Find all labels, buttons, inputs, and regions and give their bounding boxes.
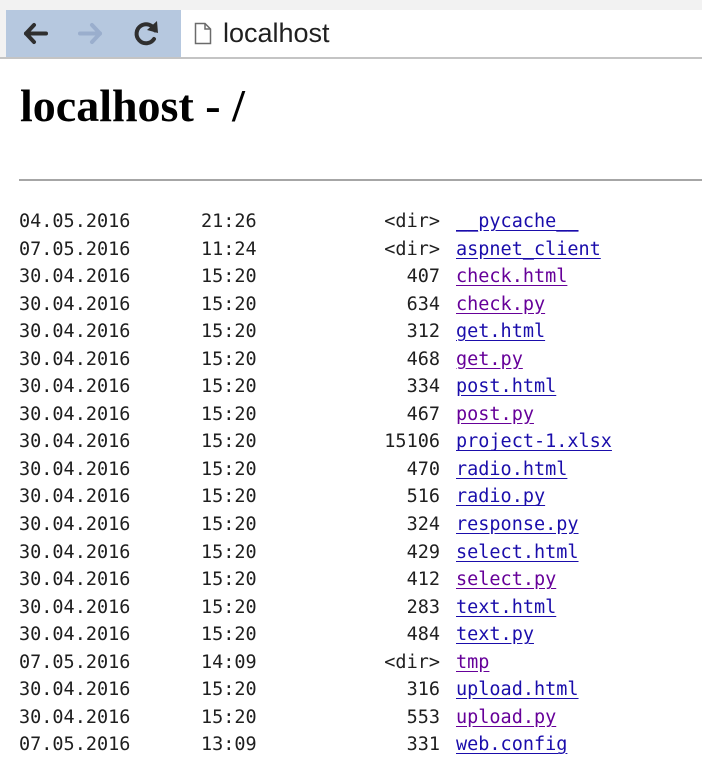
entry-link[interactable]: aspnet_client bbox=[456, 238, 601, 262]
entry-date: 30.04.2016 bbox=[19, 376, 131, 398]
entry-time: 15:20 bbox=[201, 486, 257, 508]
back-button[interactable] bbox=[16, 10, 56, 57]
entry-time: 15:20 bbox=[201, 293, 257, 315]
entry-size: 331 bbox=[406, 734, 440, 756]
entry-date: 07.05.2016 bbox=[19, 734, 131, 756]
entry-date: 30.04.2016 bbox=[19, 403, 131, 425]
entry-size: 407 bbox=[406, 266, 440, 288]
entry-link[interactable]: tmp bbox=[456, 651, 489, 675]
toolbar-divider bbox=[0, 57, 702, 59]
entry-time: 13:09 bbox=[201, 734, 257, 756]
entry-size: 516 bbox=[406, 486, 440, 508]
entry-size: <dir> bbox=[384, 211, 440, 232]
arrow-left-icon bbox=[24, 23, 48, 44]
entry-size: 553 bbox=[406, 706, 440, 728]
reload-button[interactable] bbox=[126, 10, 166, 57]
entry-size: 429 bbox=[406, 541, 440, 563]
entry-date: 07.05.2016 bbox=[19, 238, 131, 260]
entry-date: 30.04.2016 bbox=[19, 541, 131, 563]
entry-link[interactable]: get.html bbox=[456, 320, 545, 344]
entry-size: 484 bbox=[406, 624, 440, 646]
entry-link[interactable]: post.html bbox=[456, 375, 556, 399]
entry-link[interactable]: web.config bbox=[456, 733, 567, 757]
forward-button[interactable] bbox=[70, 10, 110, 57]
entry-link[interactable]: text.html bbox=[456, 596, 556, 620]
entry-time: 15:20 bbox=[201, 348, 257, 370]
entry-time: 15:20 bbox=[201, 458, 257, 480]
entry-size: 316 bbox=[406, 679, 440, 701]
entry-date: 30.04.2016 bbox=[19, 293, 131, 315]
entry-time: 15:20 bbox=[201, 706, 257, 728]
entry-size: 283 bbox=[406, 596, 440, 618]
entry-link[interactable]: radio.html bbox=[456, 458, 567, 482]
entry-time: 11:24 bbox=[201, 238, 257, 260]
horizontal-rule bbox=[19, 179, 702, 181]
entry-date: 30.04.2016 bbox=[19, 321, 131, 343]
entry-date: 30.04.2016 bbox=[19, 679, 131, 701]
entry-date: 30.04.2016 bbox=[19, 266, 131, 288]
entry-date: 30.04.2016 bbox=[19, 486, 131, 508]
browser-toolbar: localhost bbox=[0, 0, 702, 59]
entry-time: 15:20 bbox=[201, 679, 257, 701]
entry-size: 334 bbox=[406, 376, 440, 398]
entry-link[interactable]: select.py bbox=[456, 568, 556, 592]
entry-link[interactable]: response.py bbox=[456, 513, 579, 537]
entry-time: 15:20 bbox=[201, 431, 257, 453]
entry-date: 30.04.2016 bbox=[19, 596, 131, 618]
reload-icon bbox=[134, 21, 158, 46]
entry-link[interactable]: get.py bbox=[456, 348, 523, 372]
entry-size: 634 bbox=[406, 293, 440, 315]
entry-time: 21:26 bbox=[201, 211, 257, 232]
entry-date: 30.04.2016 bbox=[19, 706, 131, 728]
entry-date: 30.04.2016 bbox=[19, 458, 131, 480]
entry-link[interactable]: __pycache__ bbox=[456, 210, 579, 234]
entry-link[interactable]: select.html bbox=[456, 541, 579, 565]
entry-link[interactable]: project-1.xlsx bbox=[456, 430, 612, 454]
entry-size: 467 bbox=[406, 403, 440, 425]
entry-link[interactable]: post.py bbox=[456, 403, 534, 427]
entry-size: 468 bbox=[406, 348, 440, 370]
entry-date: 07.05.2016 bbox=[19, 651, 131, 673]
entry-time: 15:20 bbox=[201, 266, 257, 288]
entry-time: 15:20 bbox=[201, 321, 257, 343]
address-text[interactable]: localhost bbox=[223, 16, 330, 50]
entry-time: 15:20 bbox=[201, 596, 257, 618]
page-icon bbox=[194, 22, 212, 45]
entry-time: 15:20 bbox=[201, 376, 257, 398]
entry-link[interactable]: upload.py bbox=[456, 706, 556, 730]
entry-time: 15:20 bbox=[201, 541, 257, 563]
page-title: localhost - / bbox=[20, 80, 245, 131]
entry-link[interactable]: radio.py bbox=[456, 485, 545, 509]
entry-time: 15:20 bbox=[201, 403, 257, 425]
entry-size: 324 bbox=[406, 514, 440, 536]
entry-date: 30.04.2016 bbox=[19, 514, 131, 536]
entry-size: 312 bbox=[406, 321, 440, 343]
entry-date: 30.04.2016 bbox=[19, 624, 131, 646]
entry-size: <dir> bbox=[384, 651, 440, 673]
entry-size: 470 bbox=[406, 458, 440, 480]
entry-link[interactable]: upload.html bbox=[456, 678, 579, 702]
entry-link[interactable]: check.py bbox=[456, 293, 545, 317]
entry-link[interactable]: text.py bbox=[456, 623, 534, 647]
address-bar[interactable]: localhost bbox=[181, 10, 702, 57]
entry-time: 15:20 bbox=[201, 624, 257, 646]
entry-time: 14:09 bbox=[201, 651, 257, 673]
entry-link[interactable]: check.html bbox=[456, 265, 567, 289]
entry-time: 15:20 bbox=[201, 514, 257, 536]
arrow-right-icon bbox=[78, 23, 102, 44]
entry-date: 04.05.2016 bbox=[19, 211, 131, 232]
entry-time: 15:20 bbox=[201, 569, 257, 591]
entry-date: 30.04.2016 bbox=[19, 348, 131, 370]
entry-size: <dir> bbox=[384, 238, 440, 260]
entry-date: 30.04.2016 bbox=[19, 569, 131, 591]
entry-size: 412 bbox=[406, 569, 440, 591]
entry-size: 15106 bbox=[384, 431, 440, 453]
entry-date: 30.04.2016 bbox=[19, 431, 131, 453]
